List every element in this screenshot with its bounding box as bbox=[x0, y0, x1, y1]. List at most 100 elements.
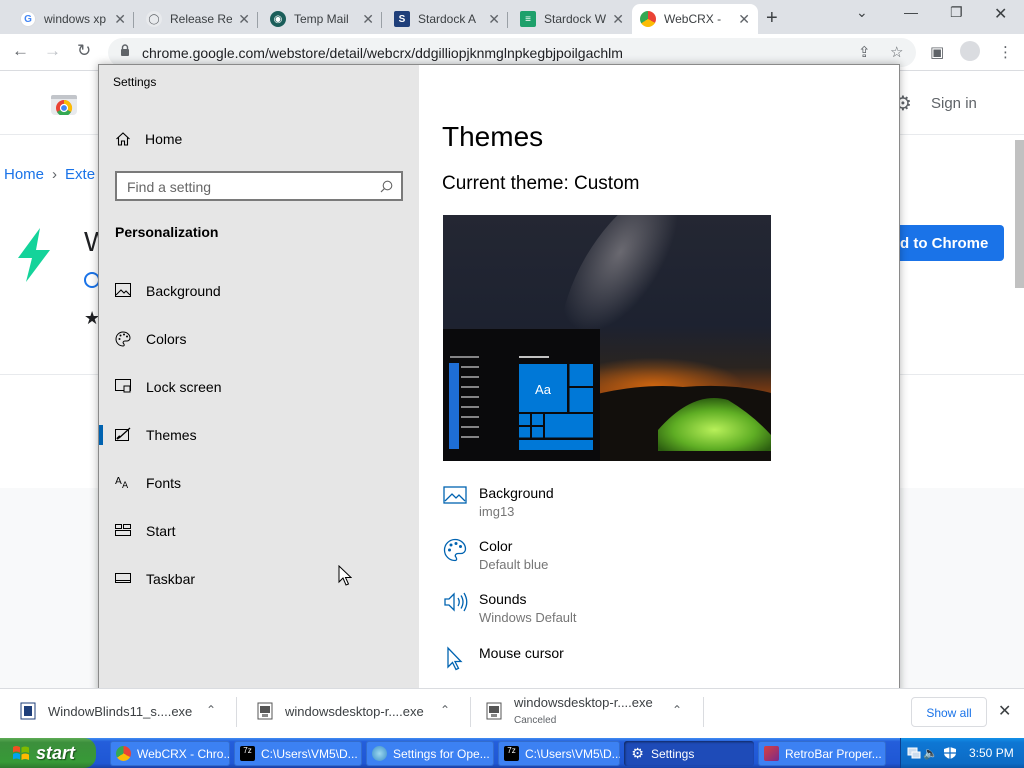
breadcrumb-home[interactable]: Home bbox=[4, 166, 44, 183]
tab-webcrx[interactable]: WebCRX - ✕ bbox=[632, 4, 758, 34]
taskbar-button-settings[interactable]: ⚙ Settings bbox=[624, 741, 754, 766]
back-button[interactable]: ← bbox=[12, 41, 29, 61]
theme-sounds-setting[interactable]: Sounds Windows Default bbox=[443, 591, 843, 631]
fonts-icon: A A bbox=[115, 476, 129, 489]
close-tab-icon[interactable]: ✕ bbox=[488, 11, 500, 28]
minimize-button[interactable]: — bbox=[904, 4, 918, 20]
palette-icon bbox=[115, 331, 131, 347]
theme-mouse-cursor-setting[interactable]: Mouse cursor bbox=[443, 645, 843, 685]
taskbar-button-7zip-1[interactable]: 7z C:\Users\VM5\D... bbox=[234, 741, 362, 766]
personalization-heading: Personalization bbox=[115, 224, 219, 240]
breadcrumb-extensions[interactable]: Exte bbox=[65, 166, 95, 183]
download-item-windowsdesktop-2[interactable]: windowsdesktop-r....exe Canceled ⌃ bbox=[466, 689, 704, 735]
lock-icon bbox=[121, 44, 129, 56]
sidebar-item-themes[interactable]: Themes bbox=[99, 415, 419, 455]
theme-background-setting[interactable]: Background img13 bbox=[443, 485, 843, 525]
sidebar-item-taskbar[interactable]: Taskbar bbox=[99, 559, 419, 599]
tab-stardock-a[interactable]: S Stardock A ✕ bbox=[386, 4, 508, 34]
settings-app-title: Settings bbox=[113, 75, 157, 89]
download-item-windowsdesktop-1[interactable]: windowsdesktop-r....exe ⌃ bbox=[237, 689, 471, 735]
webstore-logo-icon bbox=[51, 91, 77, 115]
chevron-up-icon[interactable]: ⌃ bbox=[206, 703, 216, 717]
tab-release[interactable]: ◯ Release Re ✕ bbox=[138, 4, 258, 34]
downloads-bar: WindowBlinds11_s....exe ⌃ windowsdesktop… bbox=[0, 688, 1024, 734]
palette-icon bbox=[443, 538, 467, 562]
themes-icon bbox=[115, 427, 131, 441]
themes-page: Themes Current theme: Custom Aa Backgrou… bbox=[419, 65, 899, 697]
close-downloads-bar-icon[interactable]: ✕ bbox=[998, 701, 1011, 721]
settings-home-label: Home bbox=[145, 131, 183, 147]
chevron-up-icon[interactable]: ⌃ bbox=[672, 703, 682, 717]
settings-home-item[interactable]: Home bbox=[115, 129, 415, 149]
download-item-windowblinds[interactable]: WindowBlinds11_s....exe ⌃ bbox=[0, 689, 237, 735]
new-tab-button[interactable]: + bbox=[766, 7, 778, 30]
sidebar-item-colors[interactable]: Colors bbox=[99, 319, 419, 359]
taskbar-button-settings-for-opera[interactable]: Settings for Ope... bbox=[366, 741, 494, 766]
security-shield-icon[interactable] bbox=[943, 746, 957, 760]
settings-window: Settings Home Find a setting Personaliza… bbox=[98, 64, 900, 698]
theme-preview-image[interactable]: Aa bbox=[443, 215, 771, 461]
close-tab-icon[interactable]: ✕ bbox=[238, 11, 250, 28]
theme-color-setting[interactable]: Color Default blue bbox=[443, 538, 843, 578]
sidebar-item-lock-screen[interactable]: Lock screen bbox=[99, 367, 419, 407]
add-to-chrome-button[interactable]: d to Chrome bbox=[884, 225, 1004, 261]
close-window-button[interactable]: ✕ bbox=[994, 4, 1007, 24]
close-tab-icon[interactable]: ✕ bbox=[738, 11, 750, 28]
preview-tile-label: Aa bbox=[535, 382, 552, 397]
exe-file-icon bbox=[257, 702, 273, 720]
7zip-icon: 7z bbox=[240, 746, 255, 761]
exe-file-icon bbox=[486, 702, 502, 720]
webcrx-icon bbox=[640, 11, 656, 27]
sign-in-link[interactable]: Sign in bbox=[931, 95, 977, 112]
taskbar-button-7zip-2[interactable]: 7z C:\Users\VM5\D... bbox=[498, 741, 620, 766]
tab-temp-mail[interactable]: ◉ Temp Mail ✕ bbox=[262, 4, 382, 34]
side-panel-icon[interactable]: ▣ bbox=[930, 43, 944, 61]
reload-button[interactable]: ↻ bbox=[77, 41, 91, 61]
share-icon[interactable]: ⇪ bbox=[858, 43, 871, 61]
tempmail-icon: ◉ bbox=[270, 11, 286, 27]
network-icon[interactable] bbox=[907, 746, 921, 760]
installer-file-icon bbox=[20, 702, 36, 720]
sidebar-item-start[interactable]: Start bbox=[99, 511, 419, 551]
svg-text:A: A bbox=[122, 481, 129, 489]
search-icon bbox=[380, 180, 393, 193]
home-icon bbox=[116, 132, 130, 146]
address-bar[interactable]: chrome.google.com/webstore/detail/webcrx… bbox=[108, 38, 916, 67]
current-theme-label: Current theme: Custom bbox=[442, 173, 640, 194]
sidebar-item-background[interactable]: Background bbox=[99, 271, 419, 311]
forward-button[interactable]: → bbox=[44, 41, 61, 61]
taskbar: start WebCRX - Chro... 7z C:\Users\VM5\D… bbox=[0, 738, 1024, 768]
bookmark-star-icon[interactable]: ☆ bbox=[890, 43, 903, 61]
picture-icon bbox=[115, 283, 131, 297]
picture-icon bbox=[443, 486, 467, 504]
close-tab-icon[interactable]: ✕ bbox=[362, 11, 374, 28]
chevron-right-icon: › bbox=[52, 166, 58, 183]
menu-kebab-icon[interactable]: ⋮ bbox=[998, 43, 1013, 61]
volume-icon[interactable]: 🔈 bbox=[923, 746, 938, 760]
close-tab-icon[interactable]: ✕ bbox=[612, 11, 624, 28]
download-status: Canceled bbox=[514, 715, 557, 726]
tab-stardock-w[interactable]: ≡ Stardock W ✕ bbox=[512, 4, 632, 34]
tab-windows-xp[interactable]: G windows xp ✕ bbox=[12, 4, 134, 34]
chevron-up-icon[interactable]: ⌃ bbox=[440, 703, 450, 717]
profile-avatar[interactable] bbox=[960, 41, 980, 61]
close-tab-icon[interactable]: ✕ bbox=[114, 11, 126, 28]
gear-icon: ⚙ bbox=[631, 745, 644, 761]
taskbar-button-webcrx[interactable]: WebCRX - Chro... bbox=[110, 741, 230, 766]
find-setting-input[interactable]: Find a setting bbox=[115, 171, 403, 201]
globe-icon bbox=[372, 746, 387, 761]
google-icon: G bbox=[20, 11, 36, 27]
page-scrollbar[interactable] bbox=[1015, 140, 1024, 288]
sidebar-item-fonts[interactable]: A A Fonts bbox=[99, 463, 419, 503]
show-all-downloads-button[interactable]: Show all bbox=[911, 697, 987, 727]
restore-button[interactable]: ❐ bbox=[950, 4, 963, 21]
start-button[interactable]: start bbox=[0, 738, 96, 768]
settings-sidebar: Settings Home Find a setting Personaliza… bbox=[99, 65, 419, 697]
taskbar-icon bbox=[115, 573, 131, 583]
mouse-pointer-icon bbox=[338, 565, 352, 586]
taskbar-button-retrobar[interactable]: RetroBar Proper... bbox=[758, 741, 886, 766]
retrobar-icon bbox=[764, 746, 779, 761]
cursor-icon bbox=[447, 646, 463, 671]
start-label: start bbox=[36, 742, 76, 763]
tab-search-icon[interactable]: ⌄ bbox=[856, 4, 868, 21]
